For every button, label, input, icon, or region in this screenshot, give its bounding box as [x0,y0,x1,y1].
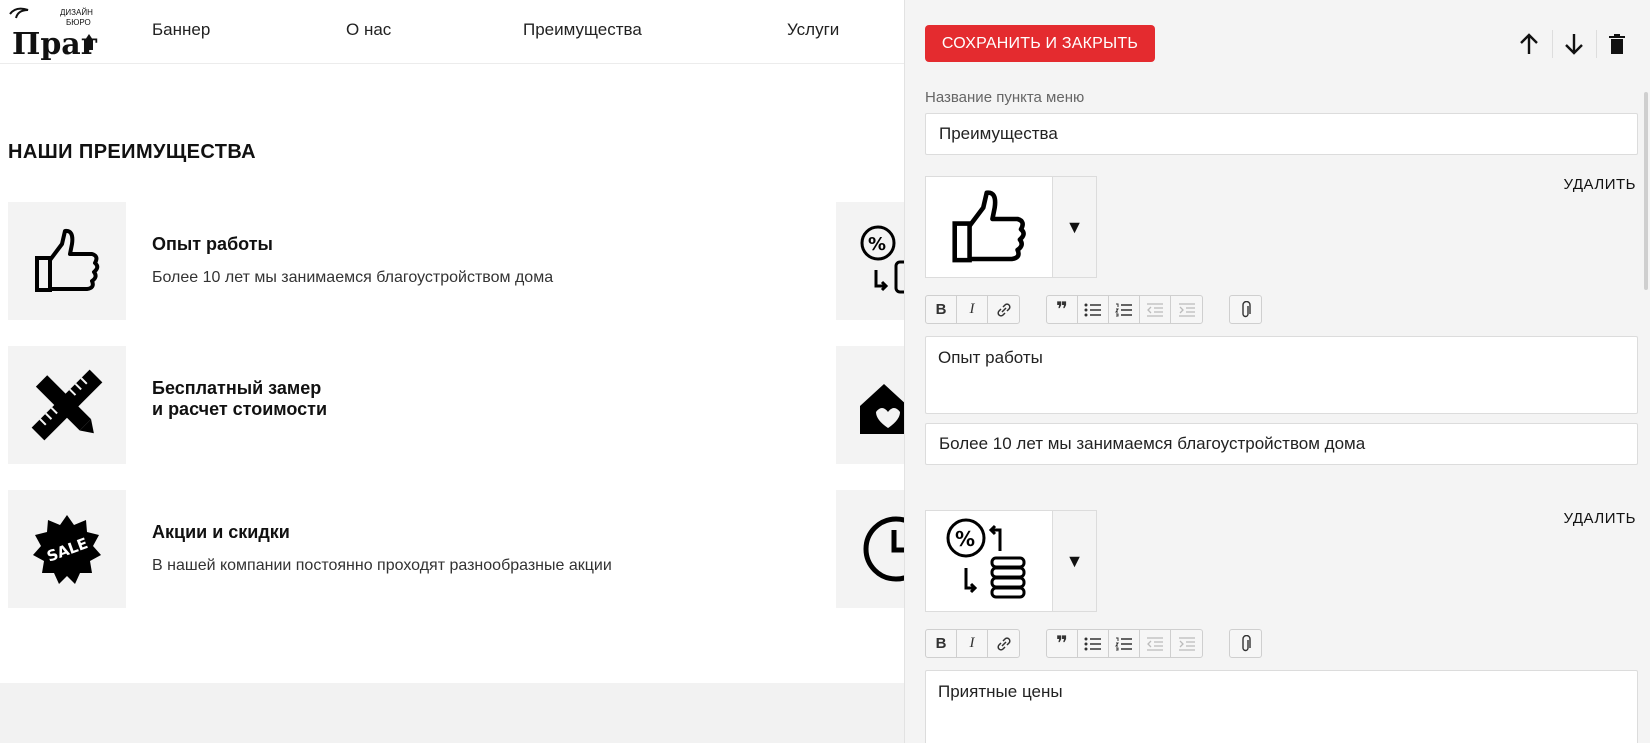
thumbs-up-icon [952,190,1026,263]
icon-preview: % [926,511,1053,611]
advantage-title-line2: и расчет стоимости [152,399,328,419]
ruler-pencil-icon [31,369,103,441]
menu-name-label: Название пункта меню [925,89,1085,106]
attachment-icon[interactable] [1230,296,1261,323]
advantage-title: Опыт работы [152,234,273,254]
icon-picker[interactable]: % ▼ [925,510,1097,612]
panel-scrollbar[interactable] [1644,92,1648,290]
bullet-list-icon[interactable] [1078,296,1109,323]
link-icon[interactable] [988,630,1019,657]
icon-dropdown-toggle[interactable]: ▼ [1053,177,1096,277]
section-title: НАШИ ПРЕИМУЩЕСТВА [8,141,257,163]
nav-item-banner[interactable]: Баннер [152,20,210,40]
menu-name-input[interactable]: Преимущества [925,113,1638,155]
toolbar-divider [1552,30,1553,58]
move-up-icon[interactable] [1515,30,1543,58]
outdent-icon[interactable] [1140,296,1171,323]
advantage-title-line1: Бесплатный замер [152,378,322,398]
advantage-icon-box-right [836,490,904,608]
rte-format-group: B I [925,629,1020,658]
delete-item-link[interactable]: УДАЛИТЬ [1564,510,1636,527]
italic-button[interactable]: I [957,630,988,657]
svg-text:%: % [868,234,886,255]
save-and-close-button[interactable]: СОХРАНИТЬ И ЗАКРЫТЬ [925,25,1155,62]
site-preview: Прага ДИЗАЙН БЮРО Баннер О нас Преимущес… [0,0,904,743]
move-down-icon[interactable] [1560,30,1588,58]
house-heart-icon [860,384,904,434]
advantage-icon-box [8,202,126,320]
editor-panel: СОХРАНИТЬ И ЗАКРЫТЬ Название пункта меню… [904,0,1650,743]
caret-down-icon: ▼ [1065,550,1084,571]
logo[interactable]: Прага ДИЗАЙН БЮРО [6,4,119,62]
link-icon[interactable] [988,296,1019,323]
advantage-icon-box: SALE [8,490,126,608]
advantage-icon-box-right: % [836,202,904,320]
quote-icon[interactable]: ❞ [1047,630,1078,657]
footer-band [0,683,904,743]
numbered-list-icon[interactable] [1109,296,1140,323]
rte-format-group: B I [925,295,1020,324]
indent-icon[interactable] [1171,296,1202,323]
percent-coins-icon: % [946,518,1026,599]
icon-picker[interactable]: ▼ [925,176,1097,278]
svg-text:ДИЗАЙН: ДИЗАЙН [60,8,93,17]
trash-icon[interactable] [1603,30,1631,58]
quote-icon[interactable]: ❞ [1047,296,1078,323]
advantage-icon-box-right [836,346,904,464]
item-title-editor[interactable]: Опыт работы [925,336,1638,414]
delete-item-link[interactable]: УДАЛИТЬ [1564,176,1636,193]
numbered-list-icon[interactable] [1109,630,1140,657]
site-header: Прага ДИЗАЙН БЮРО Баннер О нас Преимущес… [0,0,904,64]
item-title-editor[interactable]: Приятные цены [925,670,1638,743]
advantage-title: Акции и скидки [152,522,290,542]
italic-button[interactable]: I [957,296,988,323]
outdent-icon[interactable] [1140,630,1171,657]
svg-text:%: % [955,527,975,551]
advantage-title: Бесплатный замер и расчет стоимости [152,378,327,420]
thumbs-up-icon [35,228,100,292]
item-desc-input[interactable]: Более 10 лет мы занимаемся благоустройст… [925,423,1638,465]
logo-mark-icon: Прага ДИЗАЙН БЮРО [9,7,119,62]
clock-icon [863,516,904,582]
toolbar-divider [1596,30,1597,58]
indent-icon[interactable] [1171,630,1202,657]
advantage-desc: В нашей компании постоянно проходят разн… [152,557,612,574]
advantage-icon-box [8,346,126,464]
percent-coins-icon: % [860,225,904,294]
rte-block-group: ❞ [1046,295,1203,324]
svg-text:БЮРО: БЮРО [66,18,91,27]
bold-button[interactable]: B [926,630,957,657]
sale-badge-icon: SALE [33,515,101,584]
nav-item-advantages[interactable]: Преимущества [523,20,642,40]
rte-attach-group [1229,629,1262,658]
caret-down-icon: ▼ [1065,216,1084,237]
attachment-icon[interactable] [1230,630,1261,657]
icon-dropdown-toggle[interactable]: ▼ [1053,511,1096,611]
bullet-list-icon[interactable] [1078,630,1109,657]
advantage-desc: Более 10 лет мы занимаемся благоустройст… [152,269,554,286]
rte-block-group: ❞ [1046,629,1203,658]
rte-attach-group [1229,295,1262,324]
icon-preview [926,177,1053,277]
nav-item-services[interactable]: Услуги [787,20,839,40]
bold-button[interactable]: B [926,296,957,323]
nav-item-about[interactable]: О нас [346,20,391,40]
